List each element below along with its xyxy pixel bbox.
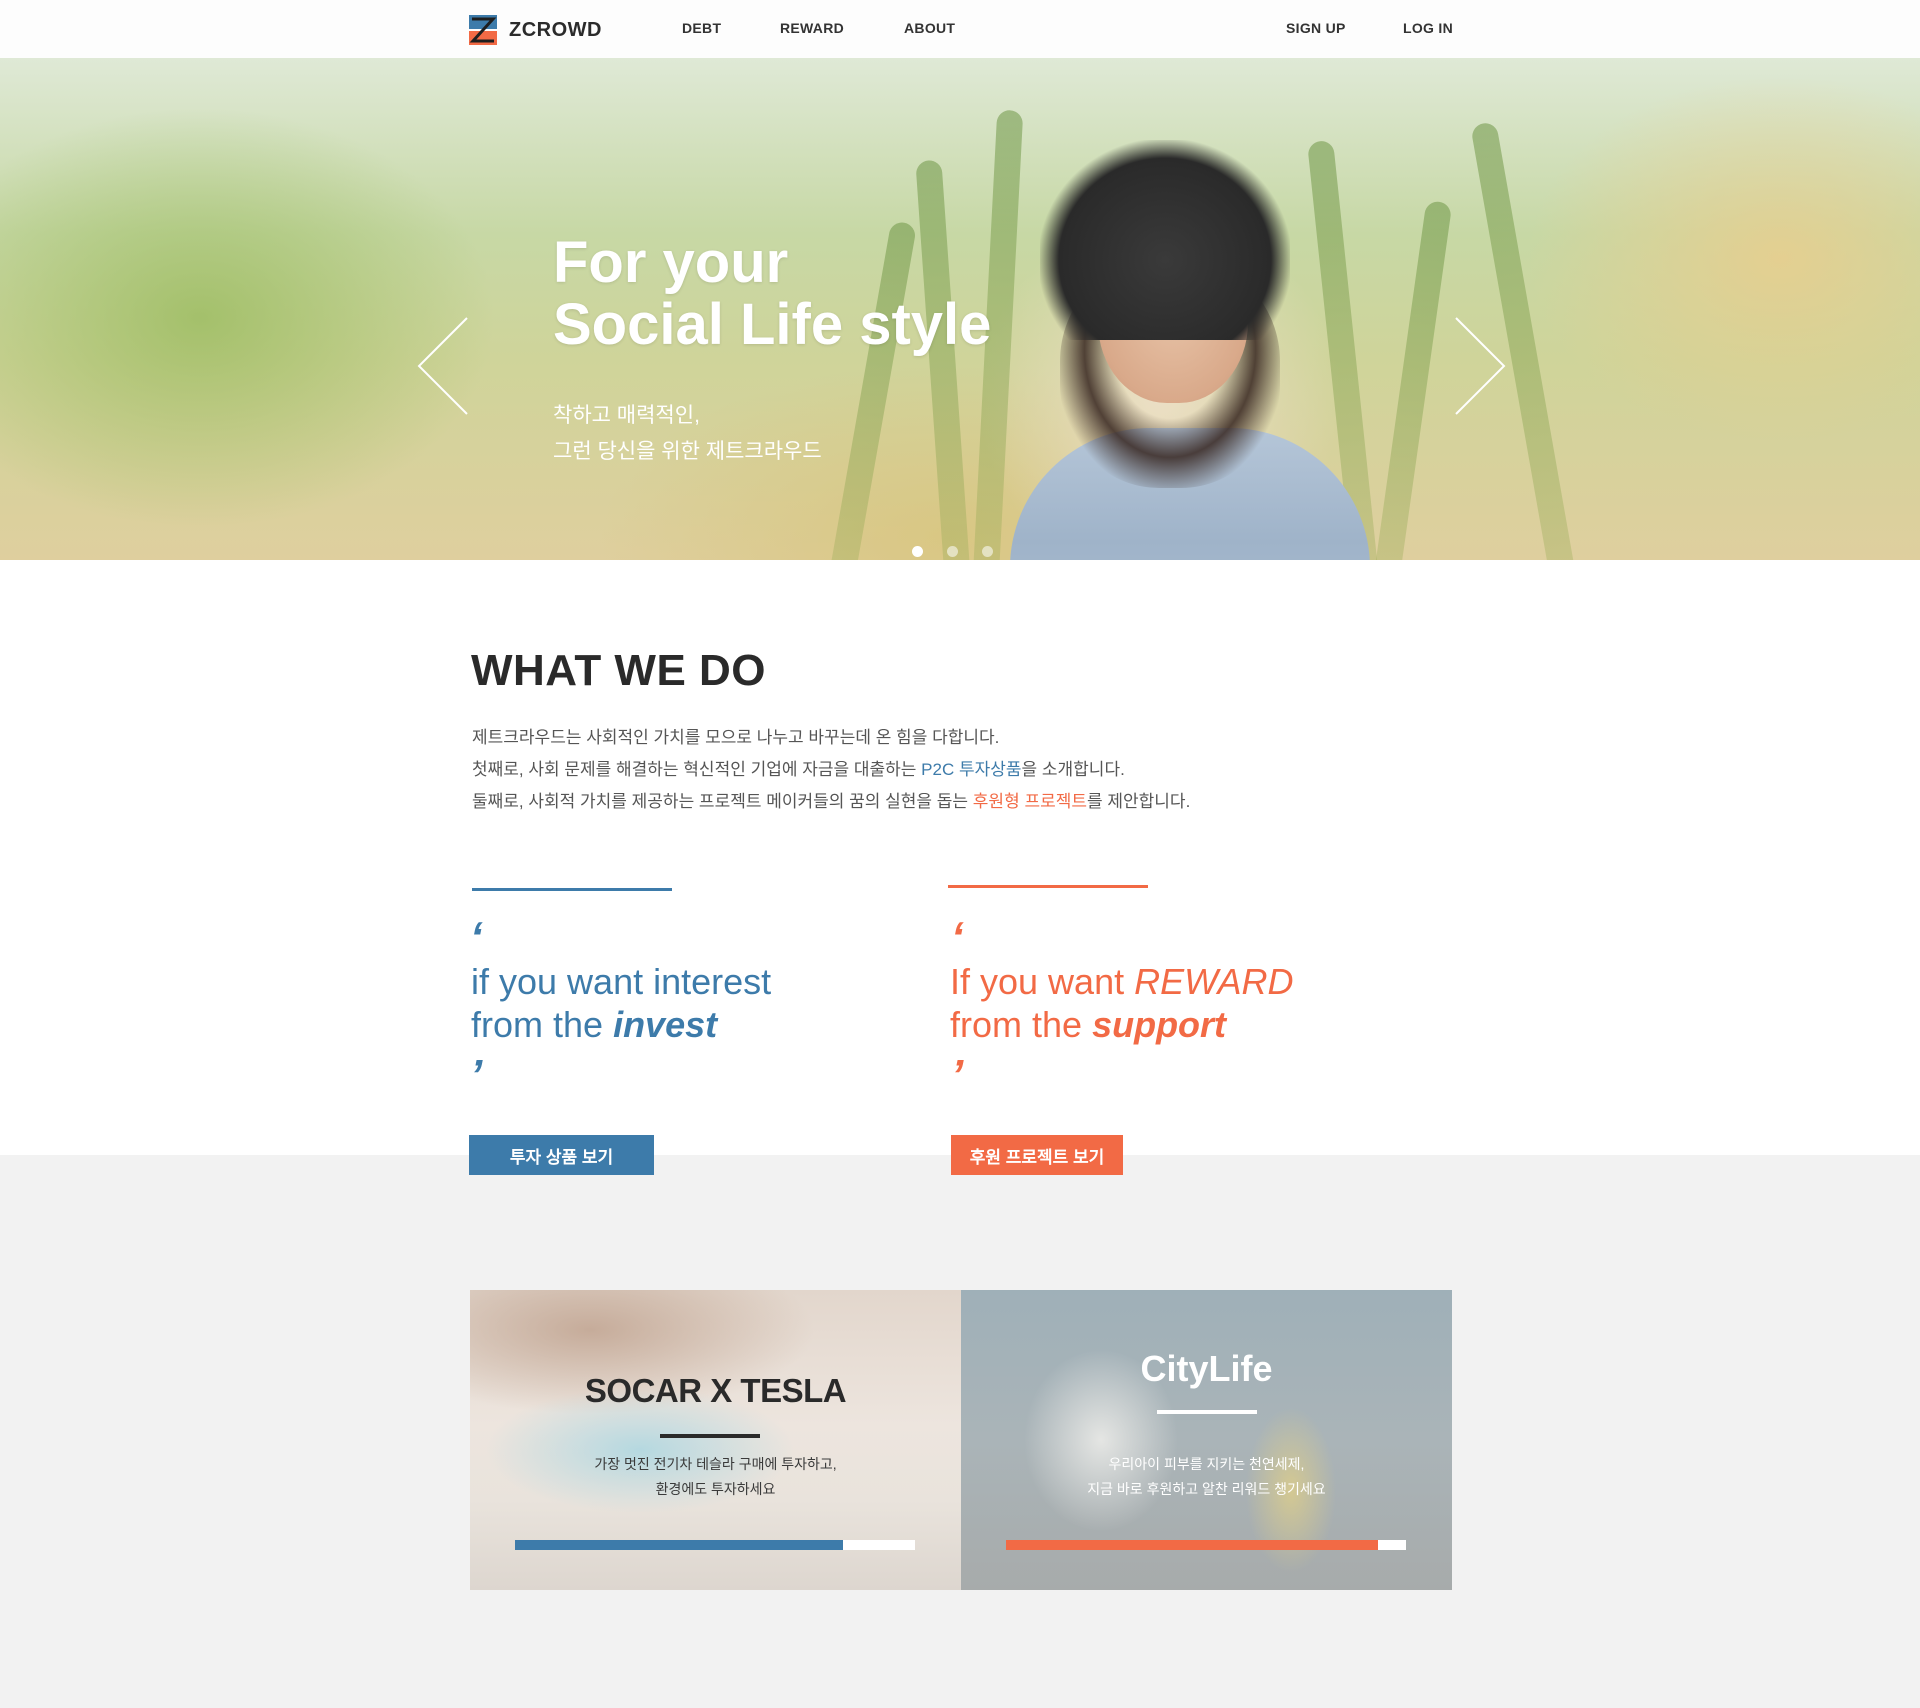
card-title: SOCAR X TESLA xyxy=(584,1372,847,1409)
description-line: 첫째로, 사회 문제를 해결하는 혁신적인 기업에 자금을 대출하는 P2C 투… xyxy=(472,754,1190,786)
description-text: 둘째로, 사회적 가치를 제공하는 프로젝트 메이커들의 꿈의 실현을 돕는 xyxy=(472,792,973,811)
nav-item-reward[interactable]: REWARD xyxy=(780,20,844,36)
section-title: WHAT WE DO xyxy=(471,646,767,695)
reward-project-highlight: 후원형 프로젝트 xyxy=(972,792,1087,811)
close-quote: ’ xyxy=(951,1051,964,1100)
hero-background-decoration xyxy=(915,159,971,560)
funding-progress-bar xyxy=(515,1540,915,1550)
featured-card-citylife[interactable]: CityLife 우리아이 피부를 지키는 천연세제, 지금 바로 후원하고 알… xyxy=(961,1290,1452,1590)
card-divider xyxy=(1157,1410,1257,1414)
top-navigation-bar: ZCROWD DEBT REWARD ABOUT SIGN UP LOG IN xyxy=(0,0,1920,58)
invest-tagline-line: if you want interest xyxy=(471,961,772,1002)
view-invest-products-button[interactable]: 투자 상품 보기 xyxy=(469,1135,654,1175)
chevron-left-icon[interactable] xyxy=(415,316,475,416)
hero-subtitle: 착하고 매력적인, 그런 당신을 위한 제트크라우드 xyxy=(553,398,822,470)
hero-title: For your Social Life style xyxy=(553,232,991,356)
slider-dot[interactable] xyxy=(947,546,958,557)
description-line: 제트크라우드는 사회적인 가치를 모으로 나누고 바꾸는데 온 힘을 다합니다. xyxy=(472,728,1000,747)
p2c-highlight: P2C 투자상품 xyxy=(921,760,1022,779)
funding-progress-fill xyxy=(1006,1540,1378,1550)
hero-subtitle-line: 착하고 매력적인, xyxy=(553,404,700,427)
hero-photo-person xyxy=(1040,140,1290,340)
card-description-line: 우리아이 피부를 지키는 천연세제, xyxy=(1108,1456,1305,1472)
featured-card-socar-tesla[interactable]: SOCAR X TESLA 가장 멋진 전기차 테슬라 구매에 투자하고, 환경… xyxy=(470,1290,961,1590)
brand-logo[interactable]: ZCROWD xyxy=(469,15,602,45)
section-description: 제트크라우드는 사회적인 가치를 모으로 나누고 바꾸는데 온 힘을 다합니다.… xyxy=(472,722,1190,818)
card-description: 가장 멋진 전기차 테슬라 구매에 투자하고, 환경에도 투자하세요 xyxy=(470,1452,961,1502)
reward-tagline-text: If you want xyxy=(950,961,1135,1002)
close-quote: ’ xyxy=(470,1051,483,1100)
log-in-link[interactable]: LOG IN xyxy=(1403,20,1453,36)
funding-progress-fill xyxy=(515,1540,843,1550)
nav-item-debt[interactable]: DEBT xyxy=(682,20,721,36)
hero-title-line: Social Life style xyxy=(553,292,992,357)
description-text: 첫째로, 사회 문제를 해결하는 혁신적인 기업에 자금을 대출하는 xyxy=(472,760,922,779)
brand-name: ZCROWD xyxy=(509,18,602,41)
reward-tagline-text: from the xyxy=(950,1004,1093,1045)
description-text: 을 소개합니다. xyxy=(1021,760,1125,779)
slider-dot[interactable] xyxy=(912,546,923,557)
zcrowd-logo-icon xyxy=(469,15,497,45)
card-title: CityLife xyxy=(1140,1348,1273,1389)
reward-tagline: If you want REWARD from the support xyxy=(950,960,1293,1046)
reward-emphasis: REWARD xyxy=(1134,961,1294,1002)
open-quote: ‘ xyxy=(951,913,964,962)
reward-divider xyxy=(948,885,1148,888)
card-description: 우리아이 피부를 지키는 천연세제, 지금 바로 후원하고 알찬 리워드 챙기세… xyxy=(961,1452,1452,1502)
view-reward-projects-button[interactable]: 후원 프로젝트 보기 xyxy=(951,1135,1123,1175)
card-description-line: 환경에도 투자하세요 xyxy=(655,1481,776,1497)
slider-dot[interactable] xyxy=(982,546,993,557)
invest-tagline: if you want interest from the invest xyxy=(471,960,771,1046)
hero-title-line: For your xyxy=(553,230,789,295)
nav-item-about[interactable]: ABOUT xyxy=(904,20,955,36)
funding-progress-bar xyxy=(1006,1540,1406,1550)
open-quote: ‘ xyxy=(470,913,483,962)
invest-emphasis: invest xyxy=(613,1004,718,1045)
card-description-line: 지금 바로 후원하고 알찬 리워드 챙기세요 xyxy=(1087,1481,1326,1497)
invest-divider xyxy=(472,888,672,891)
slider-pagination xyxy=(912,546,993,557)
card-divider xyxy=(660,1434,760,1438)
description-line: 둘째로, 사회적 가치를 제공하는 프로젝트 메이커들의 꿈의 실현을 돕는 후… xyxy=(472,786,1190,818)
support-emphasis: support xyxy=(1092,1004,1227,1045)
invest-tagline-text: from the xyxy=(471,1004,614,1045)
card-description-line: 가장 멋진 전기차 테슬라 구매에 투자하고, xyxy=(594,1456,837,1472)
description-text: 를 제안합니다. xyxy=(1087,792,1191,811)
chevron-right-icon[interactable] xyxy=(1448,316,1508,416)
hero-background-decoration xyxy=(1373,200,1453,560)
hero-subtitle-line: 그런 당신을 위한 제트크라우드 xyxy=(553,440,822,463)
sign-up-link[interactable]: SIGN UP xyxy=(1286,20,1346,36)
